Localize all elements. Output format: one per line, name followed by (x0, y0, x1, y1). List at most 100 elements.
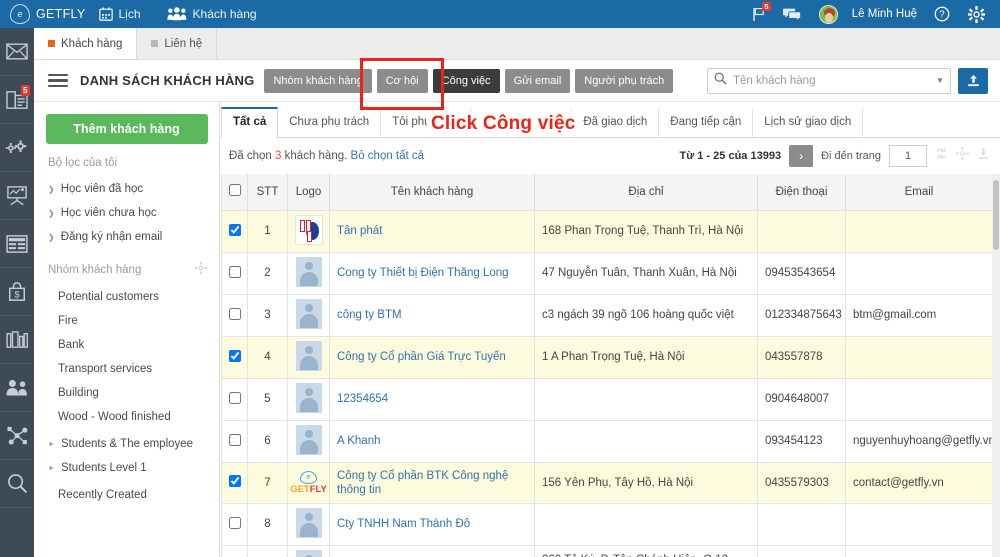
row-checkbox[interactable] (228, 307, 241, 320)
table-vertical-scrollbar[interactable] (992, 174, 1000, 557)
download-icon[interactable] (977, 147, 990, 165)
rail-item-forms[interactable] (0, 220, 34, 268)
table-row[interactable]: 7 e GETFLY Công ty Cổ phần BTK Công nghệ th… (221, 461, 993, 504)
row-select-cell[interactable] (221, 502, 248, 546)
row-checkbox[interactable] (228, 391, 241, 404)
table-header-stt[interactable]: STT (247, 174, 288, 211)
deselect-all-link[interactable]: Bỏ chọn tất cả (351, 150, 425, 162)
row-name[interactable]: Công ty Cổ phần BTK Công nghệ thông tin (329, 461, 535, 504)
row-checkbox[interactable] (228, 516, 241, 529)
row-name[interactable]: công ty BTM (329, 293, 535, 337)
table-header-email[interactable]: Email (845, 174, 993, 211)
search-input[interactable] (727, 74, 933, 87)
tab-chua-giao-dich[interactable]: Chưa giao dịch (471, 109, 573, 137)
user-menu[interactable] (810, 0, 847, 28)
table-header-phone[interactable]: Điện thoại (757, 174, 846, 211)
nav-item-calendar[interactable]: Lịch (86, 0, 154, 28)
sidebar-group-wood[interactable]: Wood - Wood finished (34, 405, 219, 429)
sidebar-group-fire[interactable]: Fire (34, 309, 219, 333)
sidebar-group-students-level-1[interactable]: ► Students Level 1 (34, 456, 219, 480)
toolbar-button-customer-group[interactable]: Nhóm khách hàng (264, 68, 372, 93)
sidebar-filter-hocvien-dahoc[interactable]: ❯ Học viên đã học (34, 177, 219, 201)
brand[interactable]: e GETFLY (0, 4, 86, 24)
tab-toi-phu-trach[interactable]: Tôi phụ trách (381, 109, 472, 137)
tab-lich-su-giao-dich[interactable]: Lịch sử giao dịch (753, 109, 864, 137)
table-row[interactable]: 1 Tân phát 168 Phan Trọng Tuệ, Thanh Trì, … (221, 209, 993, 253)
table-row[interactable]: 3 công ty BTM c3 ngách 39 ngõ 106 hoàng qu… (221, 293, 993, 337)
row-select-cell[interactable] (221, 419, 248, 463)
toolbar-button-assignee[interactable]: Người phụ trách (575, 68, 674, 93)
table-row[interactable]: 6 A Khanh 093454123 nguyenhuyhoang@getfly.v… (221, 419, 993, 463)
customer-name-link[interactable]: Công ty Cổ phần Giá Trực Tuyến (337, 350, 527, 364)
toolbar-button-send-email[interactable]: Gửi email (504, 68, 571, 93)
row-select-cell[interactable] (221, 335, 248, 379)
row-name[interactable]: Cty TNHH Nam Thành Đô (329, 502, 535, 546)
row-checkbox[interactable] (228, 265, 241, 278)
toolbar-button-opportunity[interactable]: Cơ hội (376, 68, 428, 93)
select-all-checkbox[interactable] (228, 184, 241, 197)
rail-item-search[interactable] (0, 460, 34, 508)
row-checkbox[interactable] (228, 433, 241, 446)
sidebar-filter-dangky-email[interactable]: ❯ Đăng ký nhận email (34, 225, 219, 249)
row-select-cell[interactable] (221, 377, 248, 421)
row-checkbox[interactable] (228, 475, 241, 487)
chat-button[interactable] (774, 0, 810, 28)
flag-notifications-button[interactable]: 5 (743, 0, 774, 28)
customer-name-link[interactable]: 12354654 (337, 392, 527, 406)
subtab-lien-he[interactable]: Liên hệ (137, 28, 218, 59)
customer-name-link[interactable]: Cong ty Thiết bị Điện Thăng Long (337, 266, 527, 280)
rail-item-email[interactable] (0, 28, 34, 76)
table-row[interactable]: 2 Cong ty Thiết bị Điện Thăng Long 47 Nguy… (221, 251, 993, 295)
table-header-address[interactable]: Địa chỉ (534, 174, 758, 211)
customer-name-link[interactable]: Cty TNHH Nam Thành Đô (337, 517, 527, 531)
sidebar-group-bank[interactable]: Bank (34, 333, 219, 357)
row-select-cell[interactable] (221, 293, 248, 337)
customer-name-link[interactable]: A Khanh (337, 434, 527, 448)
row-name[interactable]: A Khanh (329, 419, 535, 463)
gear-icon[interactable] (195, 262, 207, 277)
row-name[interactable]: 12354654 (329, 377, 535, 421)
page-number-input[interactable] (889, 145, 927, 167)
table-row[interactable]: 8 Cty TNHH Nam Thành Đô (221, 502, 993, 546)
table-row[interactable]: 9 260 Tô Ký, P. Tân Chánh Hiệp, Q.12, Tp.… (221, 544, 993, 557)
rail-item-reports[interactable] (0, 172, 34, 220)
rail-item-documents[interactable]: 5 (0, 76, 34, 124)
row-name[interactable] (329, 544, 535, 557)
upload-button[interactable] (958, 67, 988, 94)
row-name[interactable]: Công ty Cổ phần Giá Trực Tuyến (329, 335, 535, 379)
row-checkbox[interactable] (228, 349, 241, 362)
rail-item-hr[interactable] (0, 364, 34, 412)
rail-item-statistics[interactable] (0, 316, 34, 364)
sidebar-group-students-employee[interactable]: ► Students & The employee (34, 429, 219, 456)
sidebar-group-transport-services[interactable]: Transport services (34, 357, 219, 381)
sidebar-group-potential-customers[interactable]: Potential customers (34, 285, 219, 309)
search-box[interactable]: ▼ (707, 67, 951, 94)
scrollbar-thumb[interactable] (993, 180, 999, 250)
subtab-khach-hang[interactable]: Khách hàng (34, 28, 138, 59)
add-customer-button[interactable]: Thêm khách hàng (45, 114, 208, 144)
customer-table-container[interactable]: STT Logo Tên khách hàng Địa chỉ Điện tho… (221, 174, 1000, 557)
next-page-button[interactable]: › (789, 145, 814, 167)
tab-tat-ca[interactable]: Tất cả (221, 107, 279, 138)
gear-icon[interactable] (956, 147, 969, 165)
chevron-down-icon[interactable]: ▼ (932, 76, 944, 85)
table-header-logo[interactable]: Logo (287, 174, 330, 211)
rail-item-workflow[interactable] (0, 412, 34, 460)
tab-da-giao-dich[interactable]: Đã giao dịch (572, 109, 660, 137)
sidebar-filter-hocvien-chuahoc[interactable]: ❯ Học viên chưa học (34, 201, 219, 225)
hamburger-menu-icon[interactable] (48, 73, 68, 88)
customer-name-link[interactable]: công ty BTM (337, 308, 527, 322)
row-checkbox[interactable] (228, 223, 241, 236)
row-name[interactable]: Tân phát (329, 209, 535, 253)
toolbar-button-cong-viec[interactable]: Công việc (432, 68, 500, 93)
rail-item-sales[interactable]: $ (0, 268, 34, 316)
tab-chua-phu-trach[interactable]: Chưa phụ trách (278, 109, 382, 137)
table-header-name[interactable]: Tên khách hàng (329, 174, 535, 211)
settings-button[interactable] (959, 0, 994, 28)
row-select-cell[interactable] (221, 251, 248, 295)
customer-name-link[interactable]: Tân phát (337, 224, 527, 238)
refresh-icon[interactable] (935, 147, 948, 165)
row-select-cell[interactable] (221, 209, 248, 253)
table-row[interactable]: 5 12354654 0904648007 (221, 377, 993, 421)
table-header-select-all[interactable] (221, 174, 248, 211)
